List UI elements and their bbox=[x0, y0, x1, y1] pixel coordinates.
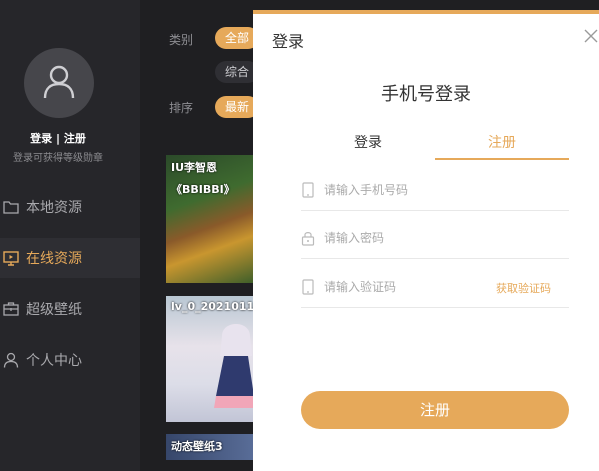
briefcase-icon bbox=[2, 300, 20, 318]
phone-placeholder: 请输入手机号码 bbox=[324, 183, 409, 197]
phone-icon bbox=[302, 279, 314, 295]
sidebar-item-personal-center[interactable]: 个人中心 bbox=[0, 340, 140, 380]
wallpaper-thumbnail[interactable]: IU李智恩 《BBIBBI》 bbox=[166, 155, 256, 283]
lock-icon bbox=[301, 232, 315, 246]
thumbnail-title: 动态壁纸3 bbox=[171, 440, 223, 453]
thumbnail-title: IU李智恩 bbox=[171, 161, 218, 174]
user-icon bbox=[43, 65, 75, 99]
sort-label: 排序 bbox=[169, 101, 194, 115]
sidebar-item-online-resources[interactable]: 在线资源 bbox=[0, 238, 140, 278]
sidebar-item-super-wallpaper[interactable]: 超级壁纸 bbox=[0, 289, 140, 329]
sidebar-item-label: 个人中心 bbox=[26, 353, 82, 369]
close-icon[interactable] bbox=[583, 28, 599, 44]
get-code-button[interactable]: 获取验证码 bbox=[496, 280, 551, 296]
verification-code-field[interactable]: 请输入验证码 获取验证码 bbox=[301, 264, 569, 308]
phone-field[interactable]: 请输入手机号码 bbox=[301, 167, 569, 211]
dialog-heading: 手机号登录 bbox=[381, 84, 471, 105]
sidebar-item-label: 超级壁纸 bbox=[26, 302, 82, 318]
category-label: 类别 bbox=[169, 33, 194, 47]
register-button[interactable]: 注册 bbox=[301, 391, 569, 429]
thumbnail-subtitle: 《BBIBBI》 bbox=[171, 183, 235, 196]
sidebar: 登录 | 注册 登录可获得等级勋章 本地资源 在线资源 超级壁纸 个人中心 bbox=[0, 0, 140, 471]
login-dialog: 登录 手机号登录 登录 注册 请输入手机号码 请输入密码 请输入验证码 获取验证… bbox=[253, 10, 599, 471]
tab-register[interactable]: 注册 bbox=[435, 132, 569, 160]
anime-figure-image bbox=[214, 324, 256, 408]
folder-icon bbox=[2, 198, 20, 216]
password-field[interactable]: 请输入密码 bbox=[301, 215, 569, 259]
dialog-title: 登录 bbox=[272, 32, 305, 51]
sidebar-item-label: 本地资源 bbox=[26, 200, 82, 216]
sidebar-item-label: 在线资源 bbox=[26, 251, 82, 267]
wallpaper-thumbnail[interactable]: 动态壁纸3 bbox=[166, 434, 256, 460]
login-register-link[interactable]: 登录 | 注册 bbox=[0, 130, 116, 146]
thumbnail-title: lv_0_20210116 bbox=[171, 300, 256, 313]
person-icon bbox=[2, 351, 20, 369]
monitor-icon bbox=[2, 249, 20, 267]
tab-login[interactable]: 登录 bbox=[301, 132, 435, 160]
phone-icon bbox=[302, 182, 314, 198]
avatar[interactable] bbox=[24, 48, 94, 118]
login-hint-text: 登录可获得等级勋章 bbox=[13, 153, 103, 164]
code-placeholder: 请输入验证码 bbox=[324, 280, 397, 294]
wallpaper-thumbnail[interactable]: lv_0_20210116 bbox=[166, 296, 256, 422]
sidebar-item-local-resources[interactable]: 本地资源 bbox=[0, 187, 140, 227]
password-placeholder: 请输入密码 bbox=[324, 231, 385, 245]
